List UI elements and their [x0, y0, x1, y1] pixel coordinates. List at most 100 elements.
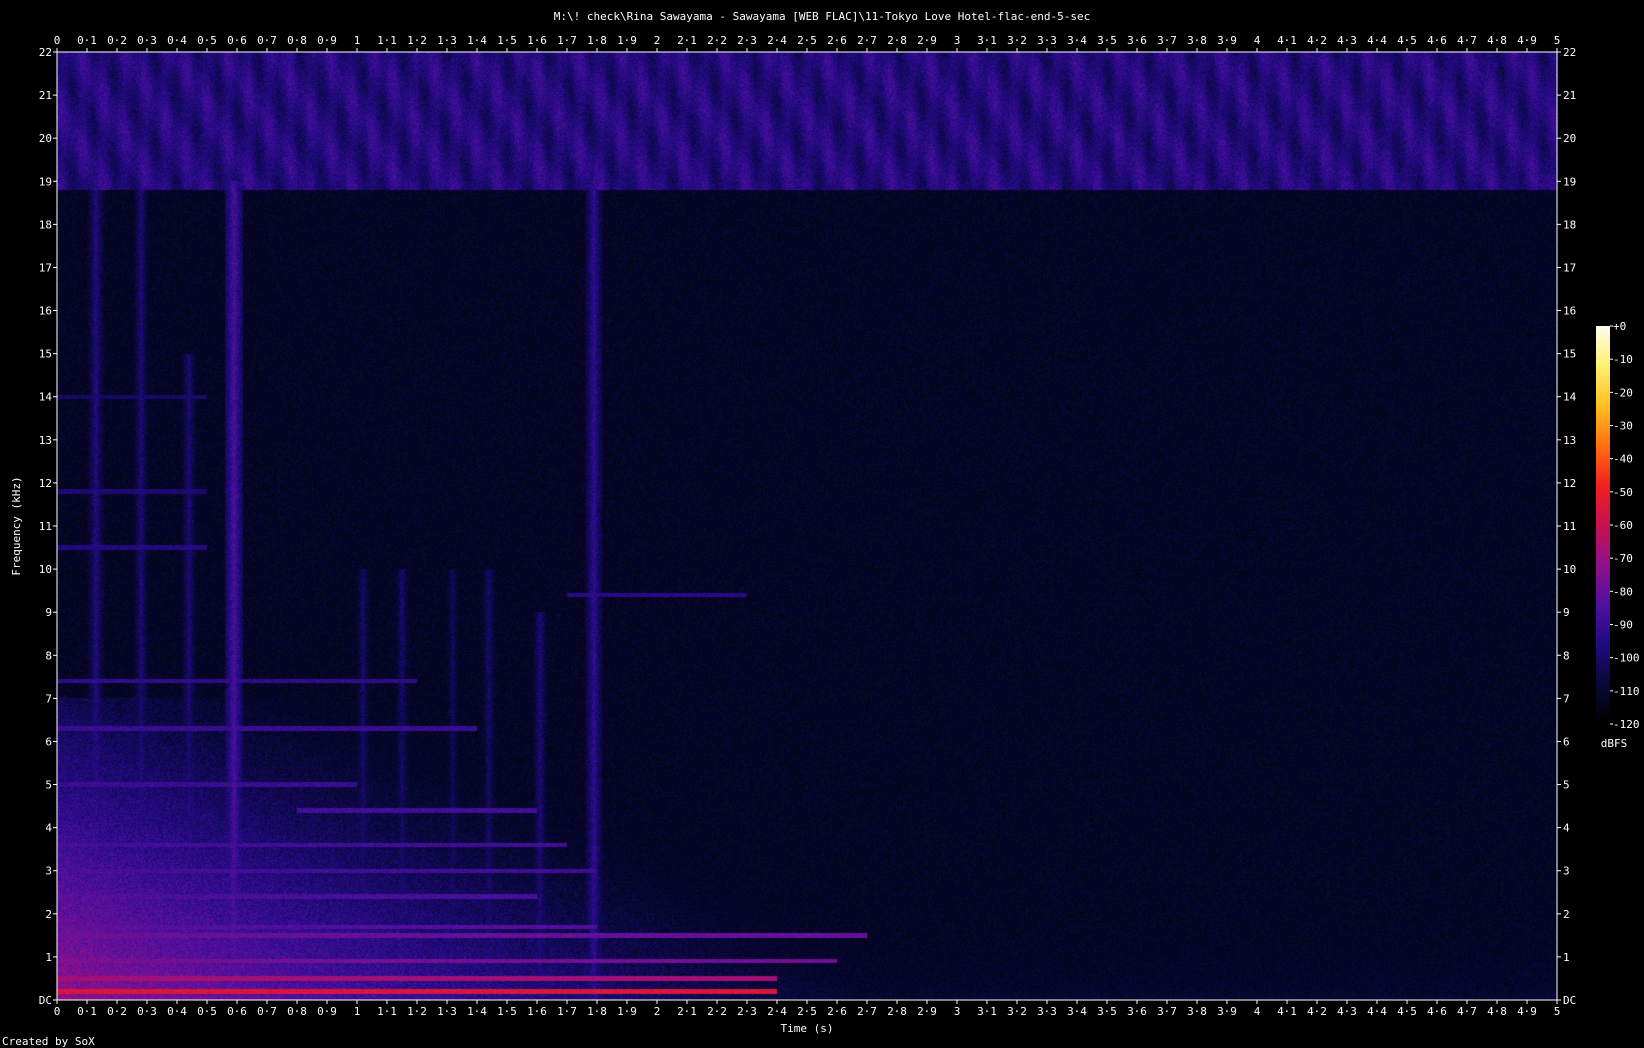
x-tick-label-top: 4·7 [1457, 34, 1477, 47]
colorbar [1596, 326, 1610, 724]
x-tick-label-bottom: 0·8 [287, 1005, 307, 1018]
x-tick-label-bottom: 4·3 [1337, 1005, 1357, 1018]
x-tick-label-bottom: 3·9 [1217, 1005, 1237, 1018]
x-tick-label-bottom: 3·7 [1157, 1005, 1177, 1018]
x-tick-label-bottom: 4·9 [1517, 1005, 1537, 1018]
x-tick-label-bottom: 1·1 [377, 1005, 397, 1018]
x-tick-label-bottom: 3·8 [1187, 1005, 1207, 1018]
y-tick-label-right: 2 [1563, 908, 1570, 921]
y-tick-label-left: 12 [39, 477, 52, 490]
x-tick-label-top: 2·5 [797, 34, 817, 47]
x-tick-label-bottom: 0·6 [227, 1005, 247, 1018]
x-tick-label-bottom: 4·2 [1307, 1005, 1327, 1018]
x-tick-label-top: 2·1 [677, 34, 697, 47]
y-tick-label-right: 13 [1563, 434, 1576, 447]
x-tick-label-top: 4·6 [1427, 34, 1447, 47]
x-tick-label-top: 1·7 [557, 34, 577, 47]
x-tick-label-top: 0·4 [167, 34, 187, 47]
x-tick-label-top: 3 [954, 34, 961, 47]
spectrogram-figure: M:\! check\Rina Sawayama - Sawayama [WEB… [0, 0, 1644, 1048]
x-tick-label-top: 2·3 [737, 34, 757, 47]
y-tick-label-right: 12 [1563, 477, 1576, 490]
x-tick-label-bottom: 0·3 [137, 1005, 157, 1018]
y-tick-label-right: 11 [1563, 520, 1576, 533]
colorbar-tick-label: -20 [1613, 386, 1633, 399]
y-tick-label-left: 21 [39, 89, 52, 102]
y-tick-label-left: 9 [45, 606, 52, 619]
y-tick-label-left: 2 [45, 908, 52, 921]
x-tick-label-bottom: 0 [54, 1005, 61, 1018]
y-tick-label-left: 8 [45, 649, 52, 662]
x-tick-label-top: 2·6 [827, 34, 847, 47]
x-tick-label-top: 1·5 [497, 34, 517, 47]
colorbar-tick-label: -90 [1613, 619, 1633, 632]
x-tick-label-top: 3·3 [1037, 34, 1057, 47]
x-tick-label-bottom: 3·3 [1037, 1005, 1057, 1018]
y-tick-label-left: 11 [39, 520, 52, 533]
x-tick-label-top: 2 [654, 34, 661, 47]
x-tick-label-top: 4·4 [1367, 34, 1387, 47]
y-tick-label-left: 16 [39, 305, 52, 318]
x-tick-label-top: 5 [1554, 34, 1561, 47]
x-tick-label-bottom: 2·5 [797, 1005, 817, 1018]
y-tick-label-right: 16 [1563, 305, 1576, 318]
x-tick-label-top: 1·3 [437, 34, 457, 47]
y-tick-label-right: DC [1563, 994, 1576, 1007]
x-tick-label-top: 0·7 [257, 34, 277, 47]
y-tick-label-right: 17 [1563, 261, 1576, 274]
y-tick-label-right: 10 [1563, 563, 1576, 576]
x-tick-label-top: 4·1 [1277, 34, 1297, 47]
x-tick-label-bottom: 1·6 [527, 1005, 547, 1018]
x-tick-label-bottom: 1·5 [497, 1005, 517, 1018]
x-tick-label-top: 4·9 [1517, 34, 1537, 47]
colorbar-tick-label: -30 [1613, 420, 1633, 433]
y-tick-label-right: 19 [1563, 175, 1576, 188]
x-tick-label-bottom: 2·2 [707, 1005, 727, 1018]
x-tick-label-bottom: 2·7 [857, 1005, 877, 1018]
colorbar-tick-label: -70 [1613, 552, 1633, 565]
x-axis-label: Time (s) [781, 1022, 834, 1035]
x-tick-label-bottom: 5 [1554, 1005, 1561, 1018]
x-tick-label-bottom: 2·1 [677, 1005, 697, 1018]
x-tick-label-bottom: 4·7 [1457, 1005, 1477, 1018]
x-tick-label-bottom: 3·4 [1067, 1005, 1087, 1018]
y-tick-label-left: 7 [45, 692, 52, 705]
colorbar-tick-label: -10 [1613, 353, 1633, 366]
x-tick-label-bottom: 0·1 [77, 1005, 97, 1018]
x-tick-label-bottom: 1·9 [617, 1005, 637, 1018]
x-tick-label-top: 0·6 [227, 34, 247, 47]
y-tick-label-right: 18 [1563, 218, 1576, 231]
x-tick-label-top: 3·9 [1217, 34, 1237, 47]
footer-credit: Created by SoX [2, 1035, 95, 1048]
x-tick-label-top: 2·7 [857, 34, 877, 47]
y-tick-label-left: 4 [45, 822, 52, 835]
colorbar-tick-label: -110 [1613, 685, 1640, 698]
x-tick-label-bottom: 3·2 [1007, 1005, 1027, 1018]
colorbar-tick-label: -40 [1613, 453, 1633, 466]
x-tick-label-bottom: 1 [354, 1005, 361, 1018]
x-tick-label-bottom: 1·2 [407, 1005, 427, 1018]
x-tick-label-top: 1·6 [527, 34, 547, 47]
x-tick-label-top: 4·5 [1397, 34, 1417, 47]
x-tick-label-top: 2·9 [917, 34, 937, 47]
x-tick-label-top: 3·6 [1127, 34, 1147, 47]
y-tick-label-right: 20 [1563, 132, 1576, 145]
colorbar-tick-label: +0 [1613, 320, 1626, 333]
y-tick-label-left: 22 [39, 46, 52, 59]
colorbar-tick-label: -50 [1613, 486, 1633, 499]
x-tick-label-top: 1·2 [407, 34, 427, 47]
x-tick-label-bottom: 4·6 [1427, 1005, 1447, 1018]
y-tick-label-left: 1 [45, 951, 52, 964]
colorbar-tick-label: -80 [1613, 585, 1633, 598]
x-tick-label-top: 0·9 [317, 34, 337, 47]
y-tick-label-right: 6 [1563, 735, 1570, 748]
y-tick-label-right: 8 [1563, 649, 1570, 662]
x-tick-label-top: 0 [54, 34, 61, 47]
x-tick-label-bottom: 4·4 [1367, 1005, 1387, 1018]
x-tick-label-bottom: 3·6 [1127, 1005, 1147, 1018]
x-tick-label-bottom: 2·9 [917, 1005, 937, 1018]
x-tick-label-bottom: 4·1 [1277, 1005, 1297, 1018]
x-tick-label-top: 3·1 [977, 34, 997, 47]
x-tick-label-bottom: 4 [1254, 1005, 1261, 1018]
x-tick-label-top: 1 [354, 34, 361, 47]
